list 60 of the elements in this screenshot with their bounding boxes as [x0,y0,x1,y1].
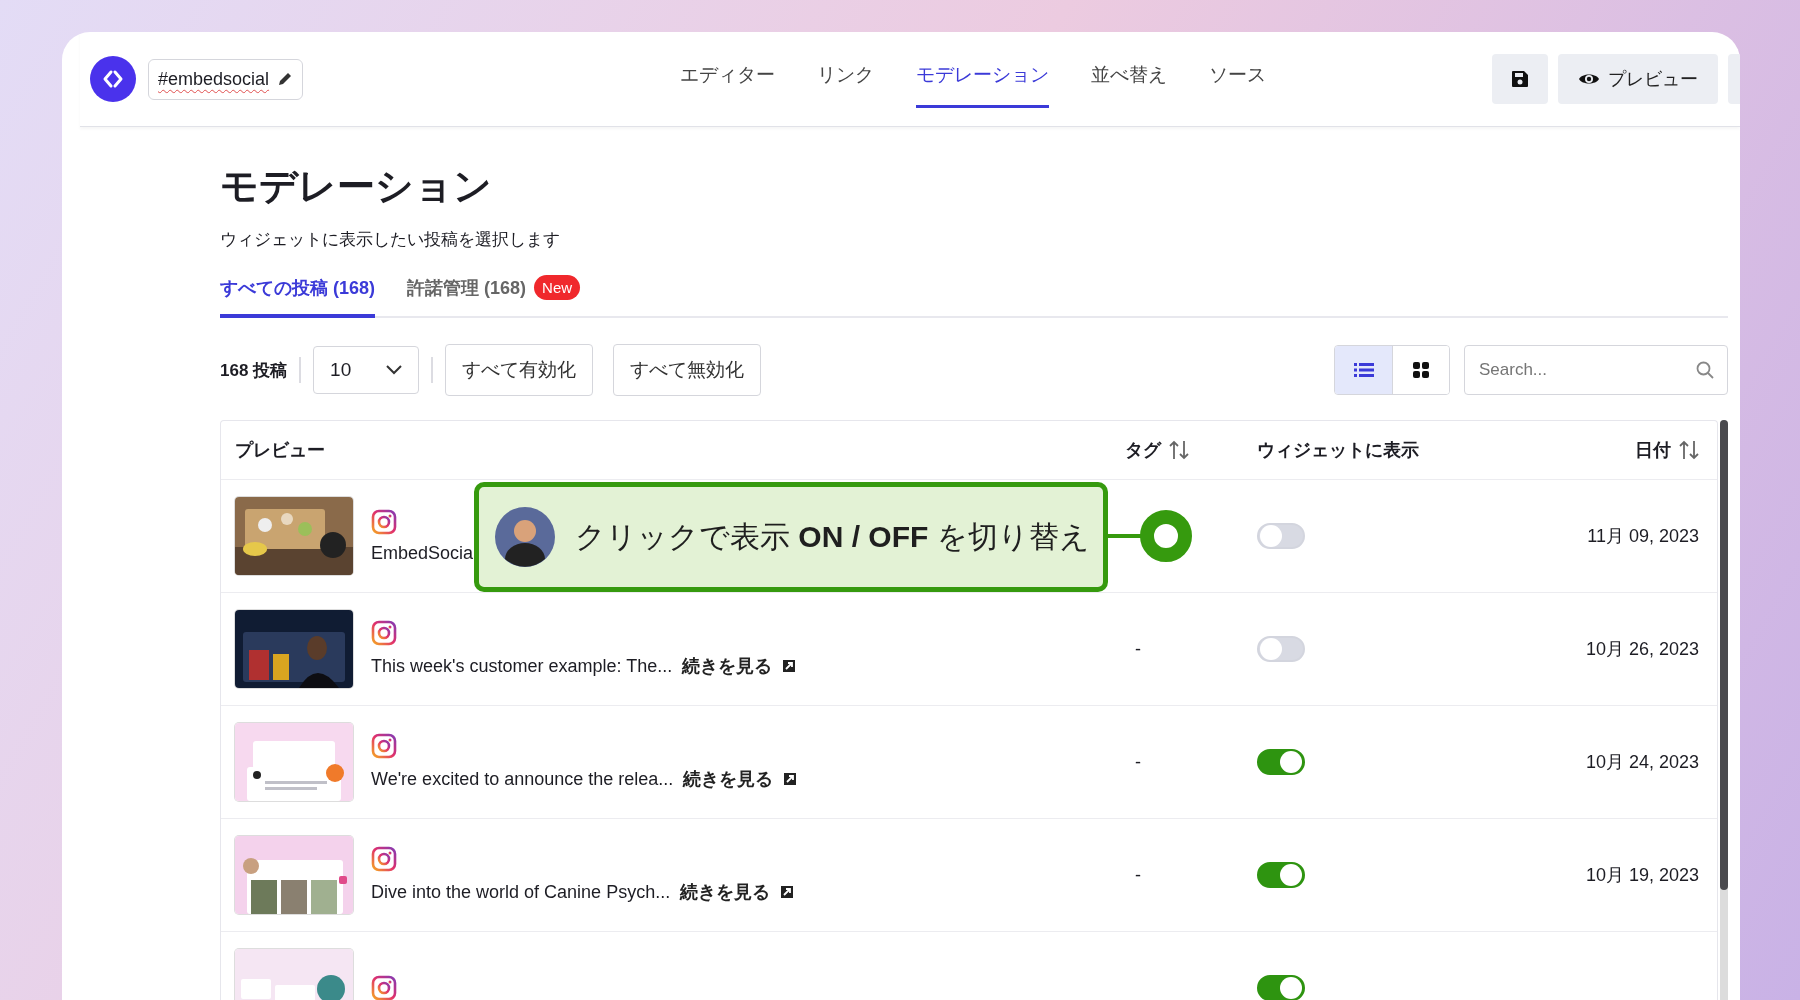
nav-tab[interactable]: 並べ替え [1090,32,1167,108]
tab[interactable]: すべての投稿 (168) [220,275,376,318]
external-link-icon[interactable] [780,885,795,899]
tag-value: - [1134,751,1141,772]
toggle-switch[interactable] [1257,749,1305,775]
save-button[interactable] [1492,54,1548,104]
pencil-icon[interactable] [277,71,294,87]
external-link-icon[interactable] [783,772,798,786]
scrollbar-thumb[interactable] [1720,420,1728,890]
post-caption: We're excited to announce the relea... [371,768,674,790]
enable-all-button[interactable]: すべて有効化 [445,344,594,396]
post-caption: This week's customer example: The... [371,655,673,677]
column-header: ウィジェットに表示 [1257,439,1419,462]
page-subtitle: ウィジェットに表示したい投稿を選択します [220,229,561,251]
read-more-link[interactable]: 続きを見る [680,880,771,904]
nav-tab[interactable]: リンク [816,32,874,108]
toggle-switch[interactable] [1257,862,1305,888]
search-icon[interactable] [1696,361,1714,379]
external-link-icon[interactable] [782,659,797,673]
post-count: 168 投稿 [220,359,288,382]
column-header: タグ [1125,439,1161,462]
post-date: 11月 09, 2023 [1587,526,1699,546]
post-date: 10月 19, 2023 [1585,865,1699,885]
grid-icon [1412,361,1430,379]
tab[interactable]: 許諾管理 (168) New [407,275,581,318]
page-title: モデレーション [220,164,493,209]
disable-all-button[interactable]: すべて無効化 [613,344,762,396]
camera-icon [371,508,397,535]
new-badge: New [534,275,581,300]
list-view-button[interactable] [1335,346,1392,394]
preview-button[interactable]: プレビュー [1558,54,1718,104]
read-more-link[interactable]: 続きを見る [683,767,774,791]
sort-icon[interactable] [1679,439,1699,461]
post-date: 10月 26, 2023 [1585,639,1699,659]
post-caption: EmbedSocia [371,542,474,564]
grid-view-button[interactable] [1392,346,1449,394]
logo-icon[interactable] [90,56,136,102]
chevron-down-icon [386,365,403,375]
read-more-link[interactable]: 続きを見る [682,654,773,678]
camera-icon [371,846,397,872]
nav-tab[interactable]: エディター [679,32,775,108]
camera-icon [371,975,397,1000]
post-date: 10月 24, 2023 [1585,752,1699,772]
callout-text: クリックで表示 ON / OFF を切り替え [575,518,1090,555]
page-size-dropdown[interactable]: 10 [313,346,420,394]
column-header: 日付 [1635,439,1671,462]
tag-value: - [1134,864,1141,885]
nav-tab[interactable]: モデレーション [915,32,1049,108]
nav-tab[interactable]: ソース [1208,32,1266,108]
column-header: プレビュー [235,439,325,462]
camera-icon [371,620,397,646]
camera-icon [371,733,397,759]
avatar [495,507,555,567]
sort-icon[interactable] [1169,439,1189,461]
hashtag-field[interactable]: #embedsocial [148,58,304,100]
post-caption: Dive into the world of Canine Psych... [371,881,671,903]
list-icon [1353,362,1374,378]
toggle-switch[interactable] [1257,975,1305,1000]
search-field[interactable]: Search... [1464,345,1728,395]
tag-value: - [1134,638,1141,659]
